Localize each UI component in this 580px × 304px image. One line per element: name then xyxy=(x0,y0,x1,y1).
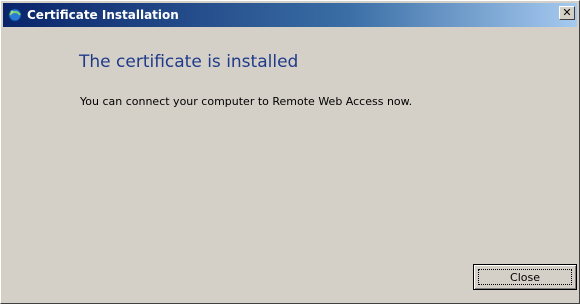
close-icon[interactable]: ✕ xyxy=(559,6,575,20)
page-title: The certificate is installed xyxy=(79,52,299,72)
close-button[interactable]: Close xyxy=(473,264,577,290)
window-title: Certificate Installation xyxy=(27,8,179,22)
focus-rectangle xyxy=(478,269,572,285)
certificate-installation-dialog: Certificate Installation ✕ The certifica… xyxy=(0,0,580,304)
certificate-icon xyxy=(7,7,23,23)
status-message: You can connect your computer to Remote … xyxy=(80,95,413,108)
title-bar[interactable]: Certificate Installation ✕ xyxy=(3,3,577,27)
